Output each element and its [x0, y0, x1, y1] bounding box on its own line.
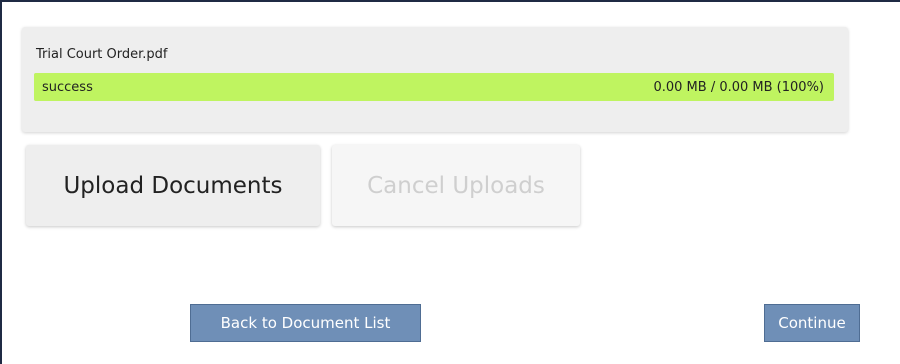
upload-file-card: Trial Court Order.pdf success 0.00 MB / …: [22, 27, 848, 132]
continue-button[interactable]: Continue: [764, 304, 860, 342]
cancel-uploads-button[interactable]: Cancel Uploads: [332, 145, 580, 226]
file-name: Trial Court Order.pdf: [36, 47, 168, 62]
upload-status-text: success: [42, 80, 93, 95]
back-to-document-list-button[interactable]: Back to Document List: [190, 304, 421, 342]
upload-size-text: 0.00 MB / 0.00 MB (100%): [653, 80, 824, 95]
upload-panel: Trial Court Order.pdf success 0.00 MB / …: [0, 0, 900, 364]
upload-progress-bar: success 0.00 MB / 0.00 MB (100%): [34, 73, 834, 101]
upload-documents-button[interactable]: Upload Documents: [26, 145, 320, 226]
